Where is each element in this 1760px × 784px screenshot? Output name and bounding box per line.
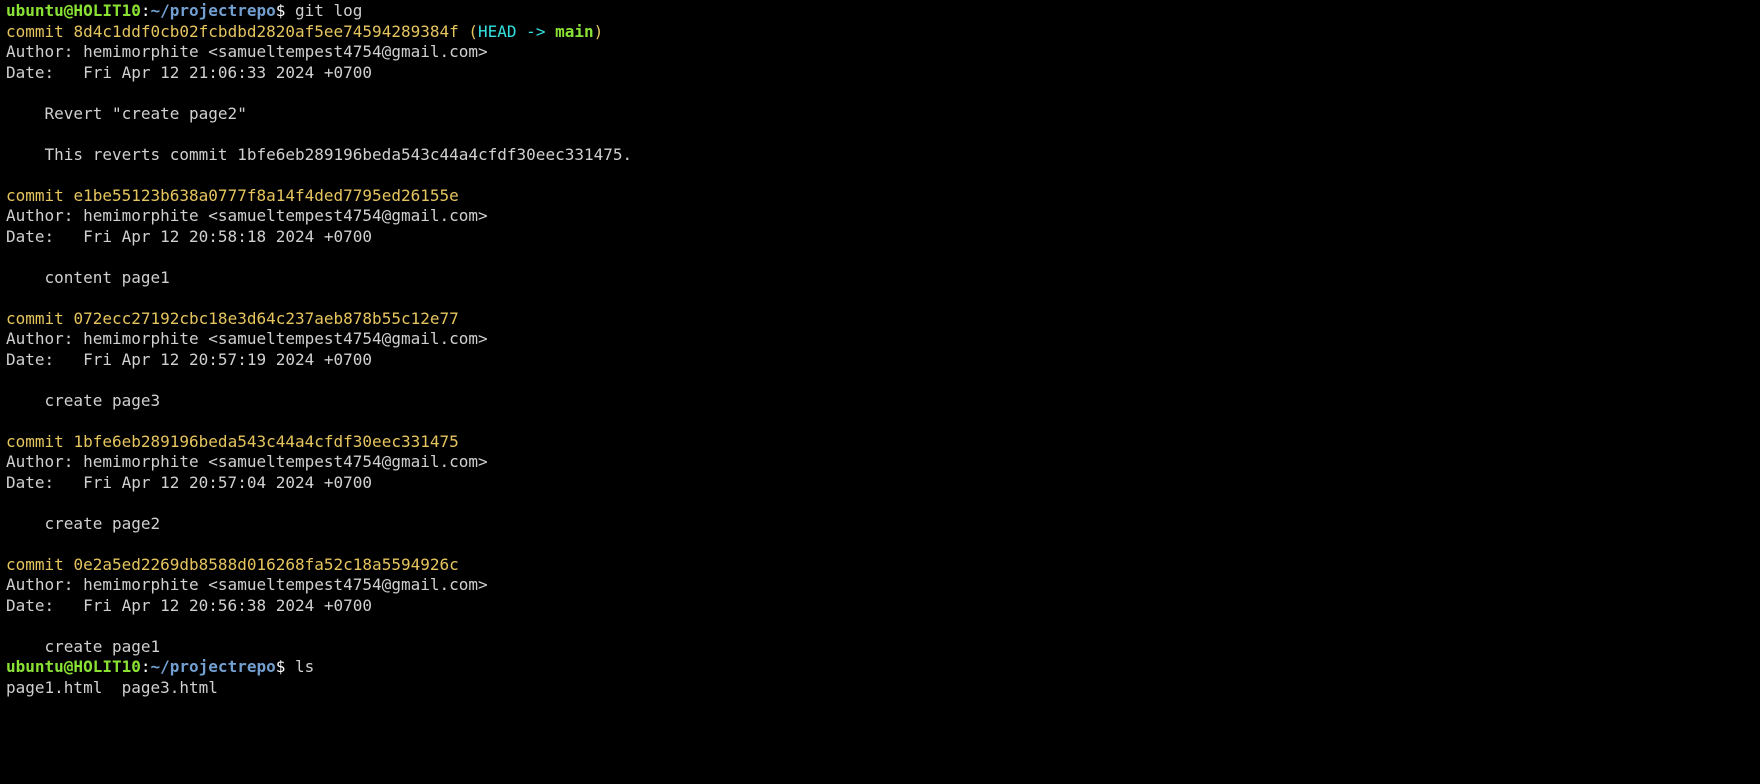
commit-msg: create page3 (6, 391, 160, 410)
commit-date: Date: Fri Apr 12 20:57:19 2024 +0700 (6, 350, 372, 369)
prompt-user: ubuntu@HOLIT10 (6, 1, 141, 20)
commit-author: Author: hemimorphite <samueltempest4754@… (6, 329, 488, 348)
ref-close: ) (594, 22, 604, 41)
commit-msg: This reverts commit 1bfe6eb289196beda543… (6, 145, 632, 164)
prompt-path: ~/projectrepo (151, 1, 276, 20)
commit-msg: Revert "create page2" (6, 104, 247, 123)
commit-author: Author: hemimorphite <samueltempest4754@… (6, 452, 488, 471)
commit-author: Author: hemimorphite <samueltempest4754@… (6, 575, 488, 594)
commit-date: Date: Fri Apr 12 20:57:04 2024 +0700 (6, 473, 372, 492)
commit-author: Author: hemimorphite <samueltempest4754@… (6, 42, 488, 61)
commit-line: commit e1be55123b638a0777f8a14f4ded7795e… (6, 186, 459, 205)
commit-author: Author: hemimorphite <samueltempest4754@… (6, 206, 488, 225)
prompt-user: ubuntu@HOLIT10 (6, 657, 141, 676)
ref-branch: main (555, 22, 594, 41)
prompt-path: ~/projectrepo (151, 657, 276, 676)
commit-msg: create page2 (6, 514, 160, 533)
command-ls: ls (295, 657, 314, 676)
ref-open: ( (459, 22, 478, 41)
commit-line: commit 072ecc27192cbc18e3d64c237aeb878b5… (6, 309, 459, 328)
prompt-colon: : (141, 1, 151, 20)
ls-output: page1.html page3.html (6, 678, 218, 697)
command-git-log: git log (295, 1, 362, 20)
terminal-output[interactable]: ubuntu@HOLIT10:~/projectrepo$ git log co… (0, 0, 1760, 699)
commit-date: Date: Fri Apr 12 20:56:38 2024 +0700 (6, 596, 372, 615)
ref-head: HEAD -> (478, 22, 555, 41)
prompt-colon: : (141, 657, 151, 676)
commit-msg: create page1 (6, 637, 160, 656)
prompt-dollar: $ (276, 1, 295, 20)
commit-line: commit 0e2a5ed2269db8588d016268fa52c18a5… (6, 555, 459, 574)
commit-line: commit 8d4c1ddf0cb02fcbdbd2820af5ee74594… (6, 22, 459, 41)
commit-msg: content page1 (6, 268, 170, 287)
commit-line: commit 1bfe6eb289196beda543c44a4cfdf30ee… (6, 432, 459, 451)
prompt-dollar: $ (276, 657, 295, 676)
commit-date: Date: Fri Apr 12 20:58:18 2024 +0700 (6, 227, 372, 246)
commit-date: Date: Fri Apr 12 21:06:33 2024 +0700 (6, 63, 372, 82)
